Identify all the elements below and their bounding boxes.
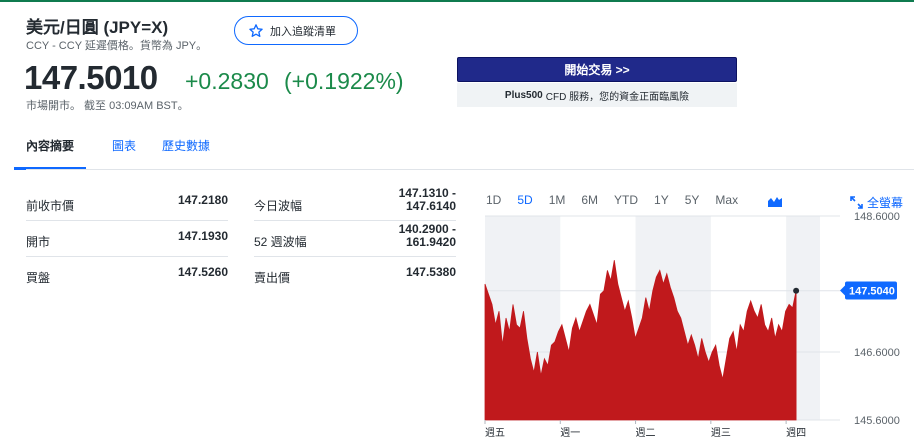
stat-label: 52 週波幅 <box>254 235 307 249</box>
range-1y-button[interactable]: 1Y <box>654 193 669 207</box>
tab-historical-data[interactable]: 歷史數據 <box>162 125 210 169</box>
stat-value: 147.5380 <box>405 265 456 279</box>
stat-row-ask: 賣出價 147.5380 <box>254 257 456 293</box>
stat-row-open: 開市 147.1930 <box>26 221 228 257</box>
price-change-percent: (+0.1922%) <box>284 68 404 94</box>
stat-value: 147.5260 <box>177 265 228 279</box>
tab-divider <box>26 169 914 170</box>
stat-label: 賣出價 <box>254 271 291 285</box>
stat-value-line: 140.2900 - <box>398 222 456 236</box>
quote-title: 美元/日圓 (JPY=X) <box>26 18 169 37</box>
range-ytd-button[interactable]: YTD <box>614 193 638 207</box>
stat-value-line: 147.6140 <box>405 199 456 213</box>
stat-label: 買盤 <box>26 271 51 285</box>
range-6m-button[interactable]: 6M <box>581 193 598 207</box>
stat-value: 147.2180 <box>177 193 228 207</box>
market-status: 市場開市。 截至 03:09AM BST。 <box>26 100 189 112</box>
star-icon <box>249 23 263 37</box>
current-price-pointer <box>840 285 845 296</box>
stat-value: 147.1930 <box>177 229 228 243</box>
stat-value-line: 147.1310 - <box>398 186 456 200</box>
y-tick-label: 146.6000 <box>854 347 900 359</box>
stat-row-52wk-range: 52 週波幅 140.2900 - 161.9420 <box>254 221 456 257</box>
price-chart[interactable]: 148.6000 146.6000 145.6000 147.5040 週五 週一 週二 週三… <box>480 210 914 440</box>
quote-subtitle: CCY - CCY 延遲價格。貨幣為 JPY。 <box>26 40 208 52</box>
last-price-dot <box>793 287 800 294</box>
promo-brand: Plus500 <box>504 89 543 101</box>
stat-row-bid: 買盤 147.5260 <box>26 257 228 293</box>
x-tick-label: 週五 <box>485 427 505 439</box>
stat-value: 140.2900 - 161.9420 <box>399 223 456 249</box>
watchlist-label: 加入追蹤清單 <box>270 25 336 38</box>
add-to-watchlist-button[interactable]: 加入追蹤清單 <box>234 16 358 45</box>
promo-text: CFD 服務，您的資金正面臨風險 <box>545 91 690 103</box>
x-tick-label: 週一 <box>560 427 580 439</box>
y-tick-label: 145.6000 <box>854 415 900 427</box>
stat-label: 前收市價 <box>26 199 75 213</box>
stat-label: 今日波幅 <box>254 199 303 213</box>
current-price: 147.5010 <box>24 59 158 96</box>
expand-icon <box>850 196 863 209</box>
stat-label: 開市 <box>26 235 51 249</box>
range-5d-button[interactable]: 5D <box>517 193 532 207</box>
stat-value: 147.1310 - 147.6140 <box>399 187 456 213</box>
quote-tabs: 內容摘要 圖表 歷史數據 <box>14 125 236 170</box>
stat-row-prev-close: 前收市價 147.2180 <box>26 185 228 221</box>
mountain-chart-icon[interactable] <box>768 195 782 207</box>
chart-range-selector: 1D 5D 1M 6M YTD 1Y 5Y Max <box>486 193 754 207</box>
x-tick-label: 週二 <box>636 427 656 439</box>
promo-note: Plus500 CFD 服務，您的資金正面臨風險 <box>457 83 737 107</box>
start-trading-button[interactable]: 開始交易 >> <box>457 57 737 82</box>
tab-chart[interactable]: 圖表 <box>112 125 136 169</box>
range-1d-button[interactable]: 1D <box>486 193 501 207</box>
range-max-button[interactable]: Max <box>715 193 738 207</box>
range-1m-button[interactable]: 1M <box>549 193 566 207</box>
top-accent-line <box>0 0 914 2</box>
y-tick-label: 148.6000 <box>854 211 900 223</box>
price-change: +0.2830 <box>185 68 269 94</box>
current-price-label: 147.5040 <box>849 286 895 298</box>
fullscreen-label: 全螢幕 <box>867 196 904 210</box>
fullscreen-button[interactable]: 全螢幕 <box>850 194 903 211</box>
x-tick-label: 週三 <box>711 427 731 439</box>
stat-value-line: 161.9420 <box>405 235 456 249</box>
tab-summary[interactable]: 內容摘要 <box>14 125 87 170</box>
range-5y-button[interactable]: 5Y <box>685 193 700 207</box>
x-tick-label: 週四 <box>786 427 806 439</box>
stat-row-day-range: 今日波幅 147.1310 - 147.6140 <box>254 185 456 221</box>
